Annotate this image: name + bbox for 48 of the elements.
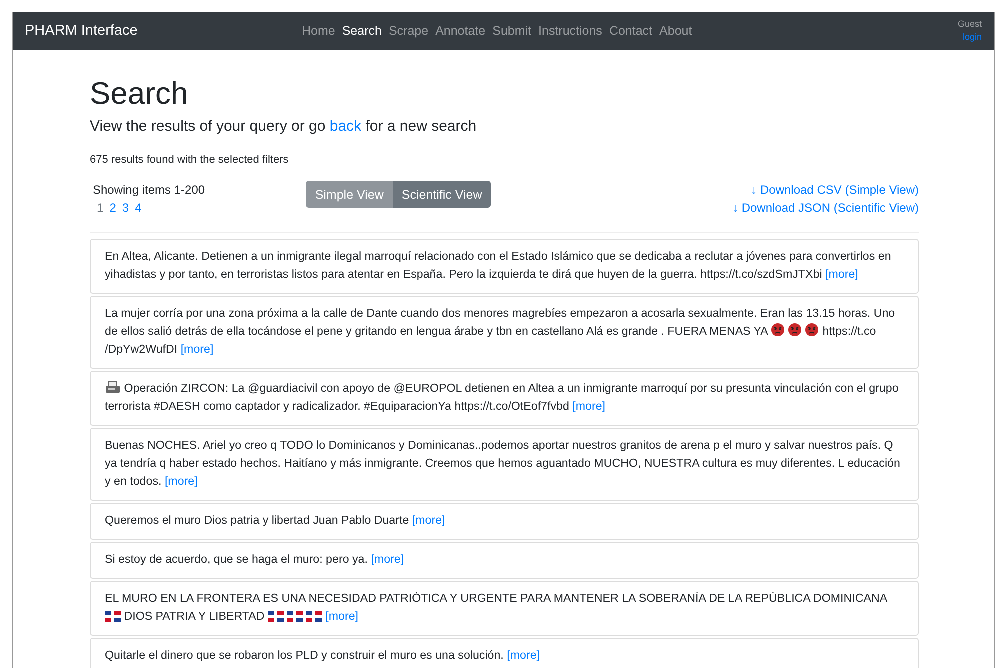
page-title: Search xyxy=(90,76,190,112)
result-text: Quitarle el dinero que se robaron los PLD y construir el muro es una solución. [more] xyxy=(105,648,541,664)
page-subtitle: View the results of your query or go back for a new search xyxy=(90,118,478,135)
brand-link[interactable]: PHARM Interface xyxy=(25,23,302,39)
view-button[interactable]: Scientific View xyxy=(392,181,492,208)
result-text: Queremos el muro Dios patria y libertad Juan Pablo Duarte [more] xyxy=(105,513,446,529)
more-link[interactable]: [more] xyxy=(826,268,858,281)
flag-icon xyxy=(306,611,322,622)
page-link[interactable]: 3 xyxy=(122,199,130,217)
result-text: Si estoy de acuerdo, que se haga el muro: pero ya. [more] xyxy=(105,552,406,568)
page-link[interactable]: 2 xyxy=(110,199,116,217)
angry-face-icon xyxy=(805,323,820,337)
user-label: Guest xyxy=(958,18,982,31)
result-text: La mujer corría por una zona próxima a la calle de Dante cuando dos menores magrebíes empezaron a acosarla sexualmente. Eran las 13.15 horas. Uno de ellos salió detrás de ella tocándose el pene y gritando en lengua árabe y tbn en castellano Alá es grande . FUERA MENAS YA https://t.co /DpYw2WufDI [more] xyxy=(105,306,896,358)
more-link[interactable]: [more] xyxy=(371,553,404,566)
nav-link[interactable]: About xyxy=(660,24,692,38)
back-link[interactable]: back xyxy=(330,118,362,135)
download-link[interactable]: ↓ Download JSON (Scientific View) xyxy=(732,199,919,217)
result-count: 675 results found with the selected filters xyxy=(90,154,290,166)
more-link[interactable]: [more] xyxy=(326,610,358,623)
angry-face-icon xyxy=(771,323,786,337)
page-link[interactable]: 4 xyxy=(135,199,142,217)
download-link[interactable]: ↓ Download CSV (Simple View) xyxy=(751,181,919,199)
nav-link[interactable]: Contact xyxy=(609,24,653,38)
flag-icon xyxy=(287,611,304,622)
more-link[interactable]: [more] xyxy=(507,649,540,662)
flag-icon xyxy=(268,611,284,622)
more-link[interactable]: [more] xyxy=(572,400,606,413)
showing-label: Showing items 1-200 xyxy=(93,182,206,199)
more-link[interactable]: [more] xyxy=(164,475,198,488)
angry-face-icon xyxy=(788,323,802,337)
more-link[interactable]: [more] xyxy=(412,514,446,527)
login-link[interactable]: login xyxy=(962,31,982,44)
flag-icon xyxy=(105,611,121,622)
result-text: EL MURO EN LA FRONTERA ES UNA NECESIDAD PATRIÓTICA Y URGENTE PARA MANTENER LA SOBERANÍA DE LA REPÚBLICA DOMINICANA DIOS PATRIA Y LIBERTAD [more] xyxy=(105,591,888,625)
result-text: Buenas NOCHES. Ariel yo creo q TODO lo Dominicanos y Dominicanas..podemos aportar nuestros granitos de arena p el muro y salvar nuestros país. Q ya tendría q haber estado hechos. Haitíano y más inmigrante. Creemos que hemos aguantado MUCHO, NUESTRA cultura es muy diferentes. L educación y en todos. [more] xyxy=(105,438,902,490)
result-text: Operación ZIRCON: La @guardiacivil con apoyo de @EUROPOL detienen en Altea a un inmigrante marroquí por su presunta vinculación con el grupo terrorista #DAESH como captador y radicalizador. #EquiparacionYa https://t.co/OtEof7fvbd [more] xyxy=(105,380,900,415)
nav-link[interactable]: Submit xyxy=(492,24,532,38)
fax-machine-icon xyxy=(105,381,121,394)
nav-link[interactable]: Annotate xyxy=(436,24,486,38)
nav-link[interactable]: Search xyxy=(342,24,382,38)
nav-link[interactable]: Scrape xyxy=(388,24,429,38)
view-button[interactable]: Simple View xyxy=(306,181,393,208)
more-link[interactable]: [more] xyxy=(180,343,214,356)
page-link[interactable]: 1 xyxy=(97,199,104,217)
nav-link[interactable]: Home xyxy=(302,24,336,38)
nav-link[interactable]: Instructions xyxy=(538,24,602,38)
result-text: En Altea, Alicante. Detienen a un inmigrante ilegal marroquí relacionado con el Estado Islámico que se dedicaba a reclutar a jóvenes para convertirlos en yihadistas y por tanto, en terroristas listos para atentar en España. Pero la izquierda te dirá que huyen de la guerra. https://t.co/szdSmJTXbi [more] xyxy=(105,249,892,283)
